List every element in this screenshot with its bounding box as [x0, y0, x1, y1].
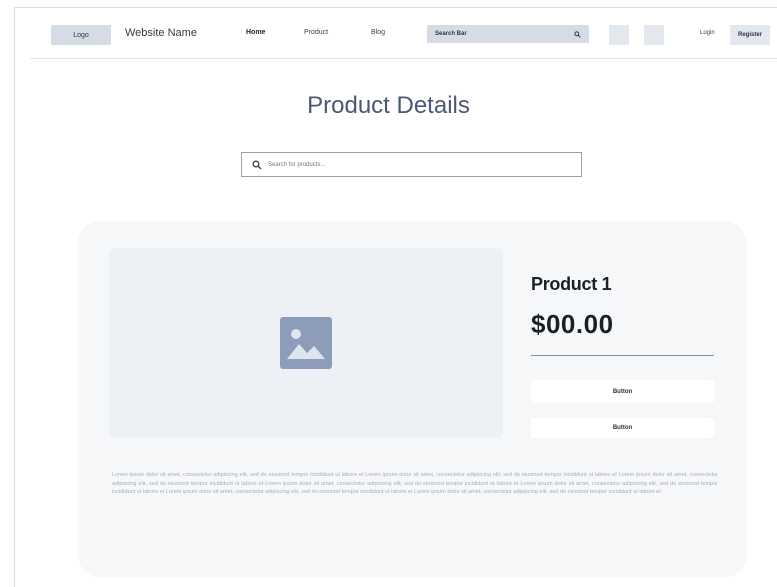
product-description: Lorem ipsum dolor sit amet, consectetur …: [112, 472, 718, 496]
page-title: Product Details: [307, 92, 470, 119]
secondary-button[interactable]: Button: [531, 418, 714, 438]
primary-button[interactable]: Button: [531, 380, 714, 403]
product-price: $00.00: [531, 309, 614, 339]
product-search-input[interactable]: Search for products...: [241, 152, 582, 177]
nav-search-bar[interactable]: Search Bar: [427, 25, 589, 43]
product-name: Product 1: [531, 274, 612, 294]
nav-link-blog[interactable]: Blog: [371, 29, 385, 36]
login-link[interactable]: Login: [700, 30, 715, 36]
product-image: [109, 248, 503, 438]
website-name[interactable]: Website Name: [125, 27, 197, 39]
top-navbar: Logo Website Name Home Product Blog Sear…: [30, 16, 777, 59]
divider: [531, 355, 714, 356]
image-icon: [280, 317, 332, 369]
search-placeholder: Search for products...: [268, 161, 326, 168]
nav-link-home[interactable]: Home: [246, 29, 265, 36]
search-icon: [252, 160, 262, 169]
nav-search-label: Search Bar: [435, 31, 467, 37]
nav-link-product[interactable]: Product: [304, 29, 328, 36]
logo[interactable]: Logo: [51, 25, 111, 45]
nav-icon-placeholder-1[interactable]: [609, 25, 629, 45]
register-button[interactable]: Register: [730, 25, 770, 45]
nav-icon-placeholder-2[interactable]: [644, 25, 664, 45]
search-icon[interactable]: [574, 30, 581, 38]
